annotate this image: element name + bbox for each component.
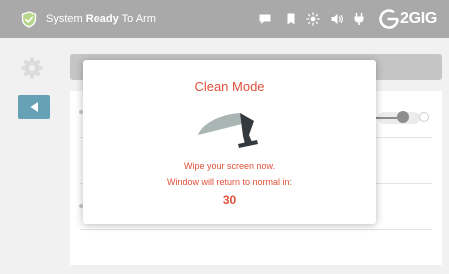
dialog-title: Clean Mode	[194, 79, 265, 94]
volume-icon[interactable]	[330, 12, 344, 26]
plug-icon[interactable]	[352, 12, 366, 26]
shield-check-icon[interactable]	[21, 11, 37, 28]
toggle-ring	[419, 112, 429, 122]
back-arrow-icon	[30, 102, 38, 112]
brightness-icon[interactable]	[306, 12, 320, 26]
status-ready: Ready	[85, 13, 119, 25]
clean-mode-dialog: Clean Mode Wipe your screen now. Window …	[83, 60, 376, 224]
brand-logo: 2GIG	[378, 8, 442, 30]
wiper-icon	[198, 113, 258, 148]
message-icon[interactable]	[258, 12, 272, 26]
brand-logo-icon	[379, 9, 399, 29]
list-divider	[80, 229, 432, 230]
toggle-line	[375, 117, 399, 119]
gear-icon[interactable]	[21, 57, 43, 79]
bookmark-icon[interactable]	[284, 12, 298, 26]
status-bar: System Ready To Arm 2GIG	[0, 0, 449, 38]
system-status-text: System Ready To Arm	[46, 13, 156, 25]
brand-name: 2GIG	[400, 10, 438, 27]
back-button[interactable]	[18, 95, 50, 119]
status-prefix: System	[46, 13, 83, 25]
toggle-knob[interactable]	[397, 111, 409, 123]
dialog-message-line2: Window will return to normal in:	[166, 177, 293, 187]
countdown-value: 30	[222, 193, 237, 207]
dialog-message-line1: Wipe your screen now.	[183, 161, 276, 171]
status-suffix: To Arm	[121, 13, 156, 25]
